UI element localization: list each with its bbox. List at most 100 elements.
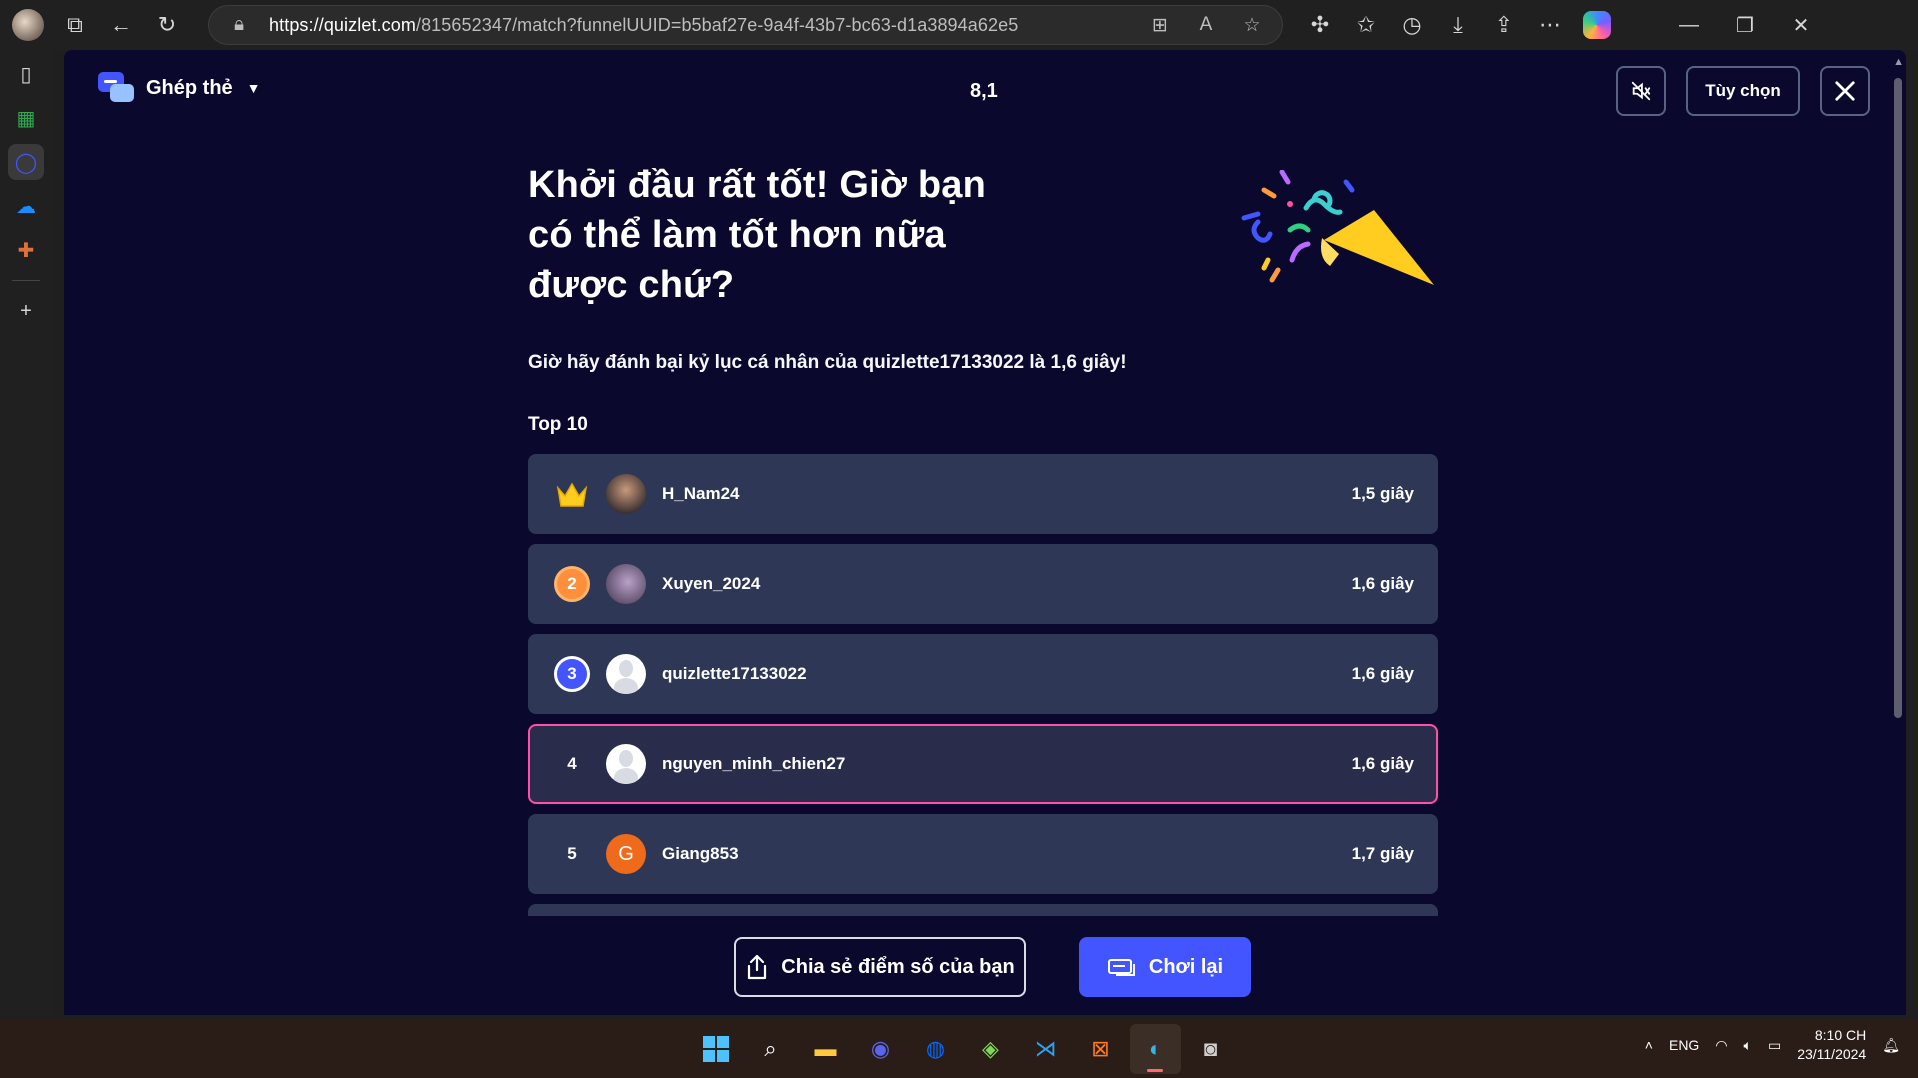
scrollbar-thumb[interactable] bbox=[1894, 78, 1902, 718]
record-username: quizlette17133022 bbox=[862, 352, 1025, 373]
volume-icon[interactable]: 🔈︎ bbox=[1744, 1037, 1752, 1054]
player-time: 1,6 giây bbox=[1351, 574, 1414, 593]
options-button[interactable]: Tùy chọn bbox=[1686, 66, 1800, 116]
favorites-icon[interactable]: ✩ bbox=[1343, 5, 1389, 45]
close-button[interactable] bbox=[1820, 66, 1870, 116]
scroll-up-arrow-icon[interactable]: ▲ bbox=[1893, 56, 1904, 68]
record-time: 1,6 giây bbox=[1050, 352, 1121, 373]
rank-number: 3 bbox=[554, 656, 590, 692]
rank-crown bbox=[552, 474, 592, 514]
app-available-icon[interactable]: ⊞ bbox=[1144, 14, 1176, 37]
share-score-button[interactable]: Chia sẻ điểm số của bạn bbox=[734, 937, 1026, 997]
leaderboard-row: 5 G Giang853 1,7 giây bbox=[528, 814, 1438, 894]
leaderboard-row: H_Nam24 1,5 giây bbox=[528, 454, 1438, 534]
app-icon[interactable]: ◈ bbox=[965, 1024, 1016, 1074]
avatar bbox=[606, 744, 646, 784]
player-time: 1,5 giây bbox=[1351, 484, 1414, 503]
search-icon[interactable]: ⌕ bbox=[745, 1024, 796, 1074]
tab-actions-icon[interactable]: ▯ bbox=[8, 56, 44, 92]
clock-time: 8:10 CH bbox=[1814, 1027, 1867, 1043]
url-path: /815652347/match?funnelUUID=b5baf27e-9a4… bbox=[415, 14, 1019, 35]
onedrive-tab-icon[interactable]: ☁ bbox=[8, 188, 44, 224]
windows-start-icon[interactable] bbox=[690, 1024, 741, 1074]
rank-badge: 2 bbox=[552, 564, 592, 604]
vscode-icon[interactable]: ⋊ bbox=[1020, 1024, 1071, 1074]
system-tray: ˄ ENG ◠ 🔈︎ ▭ 8:10 CH 23/11/2024 🔔︎ bbox=[1645, 1026, 1900, 1064]
url-domain: https://quizlet.com bbox=[269, 14, 416, 35]
mode-selector[interactable]: Ghép thẻ ▼ bbox=[98, 72, 261, 104]
profile-avatar[interactable] bbox=[12, 9, 44, 41]
rank-badge: 3 bbox=[552, 654, 592, 694]
leaderboard-row-current-user: 4 nguyen_minh_chien27 1,6 giây bbox=[528, 724, 1438, 804]
wifi-icon[interactable]: ◠ bbox=[1715, 1037, 1727, 1054]
lock-icon[interactable]: 🔒︎ bbox=[223, 14, 255, 36]
rank-number: 4 bbox=[567, 754, 577, 773]
minimize-icon[interactable]: — bbox=[1661, 14, 1717, 37]
battery-icon[interactable]: ▭ bbox=[1768, 1037, 1781, 1054]
cards-icon bbox=[1107, 959, 1135, 976]
avatar bbox=[606, 474, 646, 514]
leaderboard-title: Top 10 bbox=[528, 414, 588, 435]
extensions-icon[interactable]: ✣ bbox=[1297, 5, 1343, 45]
chevron-up-icon[interactable]: ˄ bbox=[1645, 1037, 1653, 1053]
record-prefix: Giờ hãy đánh bại kỷ lục cá nhân của bbox=[528, 352, 863, 373]
player-name: quizlette17133022 bbox=[662, 664, 807, 683]
quizlet-tab-icon[interactable]: ◯ bbox=[8, 144, 44, 180]
restore-icon[interactable]: ❐ bbox=[1717, 13, 1773, 38]
avatar bbox=[606, 564, 646, 604]
timer: 8,1 bbox=[970, 80, 998, 102]
player-time: 1,6 giây bbox=[1351, 664, 1414, 683]
match-mode-icon bbox=[98, 72, 134, 104]
refresh-icon[interactable]: ↻ bbox=[144, 5, 190, 45]
read-aloud-icon[interactable]: A bbox=[1190, 14, 1222, 36]
leaderboard-row: 2 Xuyen_2024 1,6 giây bbox=[528, 544, 1438, 624]
address-bar[interactable]: 🔒︎ https://quizlet.com/815652347/match?f… bbox=[208, 5, 1283, 45]
replay-label: Chơi lại bbox=[1148, 955, 1224, 978]
camera-icon[interactable]: ◙ bbox=[1185, 1024, 1236, 1074]
url-text[interactable]: https://quizlet.com/815652347/match?funn… bbox=[269, 15, 1130, 36]
player-name: Xuyen_2024 bbox=[662, 574, 761, 593]
avatar bbox=[606, 654, 646, 694]
copilot-icon[interactable] bbox=[1583, 11, 1611, 39]
record-suffix: ! bbox=[1120, 352, 1127, 373]
downloads-icon[interactable]: ⤓ bbox=[1435, 5, 1481, 45]
player-time: 1,6 giây bbox=[1351, 754, 1414, 773]
window-close-icon[interactable]: ✕ bbox=[1773, 13, 1829, 38]
play-again-button[interactable]: Chơi lại bbox=[1079, 937, 1251, 997]
workspaces-icon[interactable]: ⧉ bbox=[52, 5, 98, 45]
taskbar: ⌕ ▬ ◉ ◍ ◈ ⋊ ⊠ ◐ ◙ ˄ ENG ◠ 🔈︎ ▭ 8:10 CH 2… bbox=[0, 1020, 1918, 1078]
record-middle: là bbox=[1024, 352, 1051, 373]
back-icon[interactable]: ← bbox=[98, 5, 144, 45]
app-tab-icon[interactable]: ✚ bbox=[8, 232, 44, 268]
browser-sidebar: ▯ ▦ ◯ ☁ ✚ + bbox=[0, 50, 52, 1016]
zalo-icon[interactable]: ◍ bbox=[910, 1024, 961, 1074]
page-viewport: ▲ Ghép thẻ ▼ 8,1 Tùy chọn Khởi đầu rất t… bbox=[64, 50, 1906, 1015]
sound-off-icon bbox=[1631, 81, 1651, 101]
close-icon bbox=[1835, 81, 1855, 101]
rank-number: 2 bbox=[554, 566, 590, 602]
mute-button[interactable] bbox=[1616, 66, 1666, 116]
sidebar-divider bbox=[12, 280, 40, 281]
taskbar-apps: ⌕ ▬ ◉ ◍ ◈ ⋊ ⊠ ◐ ◙ bbox=[690, 1024, 1236, 1074]
new-tab-icon[interactable]: + bbox=[8, 293, 44, 329]
clock[interactable]: 8:10 CH 23/11/2024 bbox=[1797, 1026, 1866, 1064]
share-label: Chia sẻ điểm số của bạn bbox=[781, 955, 1015, 978]
player-name: Giang853 bbox=[662, 844, 739, 863]
share-icon bbox=[748, 954, 767, 980]
xampp-icon[interactable]: ⊠ bbox=[1075, 1024, 1126, 1074]
language-indicator[interactable]: ENG bbox=[1669, 1037, 1699, 1053]
personal-record-text: Giờ hãy đánh bại kỷ lục cá nhân của quiz… bbox=[528, 352, 1438, 374]
file-explorer-icon[interactable]: ▬ bbox=[800, 1024, 851, 1074]
player-time: 1,7 giây bbox=[1351, 844, 1414, 863]
result-panel: Khởi đầu rất tốt! Giờ bạn có thể làm tốt… bbox=[528, 160, 1438, 916]
favorite-star-icon[interactable]: ☆ bbox=[1236, 14, 1268, 37]
avatar: G bbox=[606, 834, 646, 874]
discord-icon[interactable]: ◉ bbox=[855, 1024, 906, 1074]
notification-bell-icon[interactable]: 🔔︎ bbox=[1882, 1037, 1900, 1054]
sheets-tab-icon[interactable]: ▦ bbox=[8, 100, 44, 136]
history-icon[interactable]: ◷ bbox=[1389, 5, 1435, 45]
share-icon[interactable]: ⇪ bbox=[1481, 5, 1527, 45]
player-name: H_Nam24 bbox=[662, 484, 740, 503]
more-icon[interactable]: ⋯ bbox=[1527, 5, 1573, 45]
edge-icon[interactable]: ◐ bbox=[1130, 1024, 1181, 1074]
